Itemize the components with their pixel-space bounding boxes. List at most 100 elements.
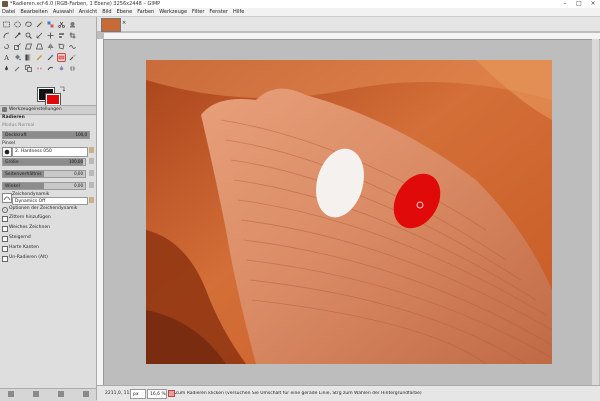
pencil-icon[interactable] bbox=[36, 54, 43, 61]
menu-edit[interactable]: Bearbeiten bbox=[20, 9, 47, 15]
tool-options-tab-label: Werkzeugeinstellungen bbox=[9, 107, 62, 112]
crop-icon[interactable] bbox=[69, 32, 76, 39]
swap-colors-icon[interactable] bbox=[59, 86, 66, 92]
tool-options-icon bbox=[2, 107, 7, 112]
anti-erase-checkbox[interactable] bbox=[2, 256, 8, 262]
menu-windows[interactable]: Fenster bbox=[209, 9, 228, 15]
opacity-slider[interactable]: Deckkraft 100,0 bbox=[2, 131, 90, 139]
status-message: Zum Radieren klicken (versuchen Sie Umsc… bbox=[175, 391, 422, 396]
aspect-value: 0,00 bbox=[74, 171, 83, 176]
scale-icon[interactable] bbox=[14, 43, 21, 50]
background-color-swatch[interactable] bbox=[46, 94, 60, 105]
edit-dynamics-icon[interactable] bbox=[89, 197, 94, 203]
maximize-button[interactable]: □ bbox=[572, 0, 586, 8]
hard-edge-checkbox[interactable] bbox=[2, 246, 8, 252]
aspect-slider[interactable]: Seitenverhältnis 0,00 bbox=[2, 170, 86, 178]
angle-slider[interactable]: Winkel 0,00 bbox=[2, 182, 86, 190]
menu-file[interactable]: Datei bbox=[2, 9, 15, 15]
dodge-burn-icon[interactable] bbox=[69, 65, 76, 72]
flip-icon[interactable] bbox=[47, 43, 54, 50]
text-icon[interactable]: A bbox=[3, 54, 10, 61]
warp-transform-icon[interactable] bbox=[69, 43, 76, 50]
hard-edge-label: Harte Kanten bbox=[9, 245, 39, 250]
cage-transform-icon[interactable] bbox=[58, 43, 65, 50]
paths-icon[interactable] bbox=[3, 32, 10, 39]
size-slider[interactable]: Größe 100,00 bbox=[2, 158, 86, 166]
incremental-checkbox[interactable] bbox=[2, 236, 8, 242]
dynamics-options-label: Optionen der Zeichendynamik bbox=[9, 206, 78, 211]
angle-value: 0,00 bbox=[74, 183, 83, 188]
brush-preview-icon[interactable] bbox=[2, 147, 12, 157]
svg-text:A: A bbox=[3, 54, 9, 61]
zoom-value: 16,6 % bbox=[150, 391, 166, 397]
mypaint-brush-icon[interactable] bbox=[14, 65, 21, 72]
brush-selector[interactable]: 2. Hardness 050 bbox=[12, 147, 88, 157]
color-picker-icon[interactable] bbox=[14, 32, 21, 39]
edit-brush-icon[interactable] bbox=[89, 147, 94, 153]
bucket-fill-icon[interactable] bbox=[14, 54, 21, 61]
menu-filters[interactable]: Filter bbox=[192, 9, 204, 15]
smudge-icon[interactable] bbox=[47, 65, 54, 72]
fuzzy-select-icon[interactable] bbox=[36, 21, 43, 28]
dynamics-icon[interactable] bbox=[2, 193, 12, 203]
reset-size-icon[interactable] bbox=[89, 158, 94, 164]
zoom-selector[interactable]: 16,6 % bbox=[147, 389, 167, 399]
eraser-icon[interactable] bbox=[57, 53, 66, 62]
save-options-icon[interactable] bbox=[8, 391, 14, 397]
reset-options-icon[interactable] bbox=[83, 391, 89, 397]
clone-icon[interactable] bbox=[25, 65, 32, 72]
menu-tools[interactable]: Werkzeuge bbox=[159, 9, 187, 15]
select-by-color-icon[interactable] bbox=[47, 21, 54, 28]
reset-angle-icon[interactable] bbox=[89, 182, 94, 188]
move-icon[interactable] bbox=[47, 32, 54, 39]
apply-jitter-checkbox[interactable] bbox=[2, 216, 8, 222]
restore-options-icon[interactable] bbox=[33, 391, 39, 397]
foreground-select-icon[interactable] bbox=[69, 21, 76, 28]
align-icon[interactable] bbox=[58, 32, 65, 39]
delete-options-icon[interactable] bbox=[58, 391, 64, 397]
image-canvas[interactable] bbox=[146, 60, 552, 364]
blur-sharpen-icon[interactable] bbox=[58, 65, 65, 72]
reset-aspect-icon[interactable] bbox=[89, 170, 94, 176]
menu-bar: Datei Bearbeiten Auswahl Ansicht Bild Eb… bbox=[0, 8, 600, 17]
measure-icon[interactable] bbox=[36, 32, 43, 39]
image-tab-thumbnail[interactable] bbox=[101, 18, 121, 32]
unit-selector[interactable]: px bbox=[130, 389, 146, 399]
lasso-icon[interactable] bbox=[25, 21, 32, 28]
menu-view[interactable]: Ansicht bbox=[79, 9, 97, 15]
apply-jitter-label: Zittern hinzufügen bbox=[9, 215, 51, 220]
close-image-tab-icon[interactable]: × bbox=[122, 20, 126, 26]
paintbrush-icon[interactable] bbox=[47, 54, 54, 61]
close-button[interactable]: × bbox=[586, 0, 600, 8]
heal-icon[interactable] bbox=[36, 65, 43, 72]
vertical-scrollbar[interactable] bbox=[592, 39, 599, 385]
ellipse-select-icon[interactable] bbox=[14, 21, 21, 28]
shear-icon[interactable] bbox=[25, 43, 32, 50]
airbrush-icon[interactable] bbox=[69, 54, 76, 61]
dynamics-value: Dynamics Off bbox=[15, 198, 46, 204]
horizontal-ruler[interactable] bbox=[104, 33, 600, 40]
menu-layer[interactable]: Ebene bbox=[117, 9, 133, 15]
vertical-ruler[interactable] bbox=[97, 39, 104, 385]
menu-help[interactable]: Hilfe bbox=[233, 9, 244, 15]
brush-name: 2. Hardness 050 bbox=[15, 149, 52, 154]
menu-colors[interactable]: Farben bbox=[137, 9, 154, 15]
smooth-stroke-checkbox[interactable] bbox=[2, 226, 8, 232]
smooth-stroke-label: Weiches Zeichnen bbox=[9, 225, 50, 230]
dynamics-selector[interactable]: Dynamics Off bbox=[12, 197, 88, 205]
menu-select[interactable]: Auswahl bbox=[53, 9, 74, 15]
perspective-icon[interactable] bbox=[36, 43, 43, 50]
scissors-icon[interactable] bbox=[58, 21, 65, 28]
gradient-icon[interactable] bbox=[25, 54, 32, 61]
minimize-button[interactable]: – bbox=[558, 0, 572, 8]
dock-bottom-bar bbox=[0, 388, 96, 401]
tool-options-tab[interactable]: Werkzeugeinstellungen bbox=[0, 105, 96, 115]
dynamics-options-expander-icon[interactable] bbox=[2, 207, 8, 213]
eraser-status-icon bbox=[168, 390, 175, 397]
ink-icon[interactable] bbox=[3, 65, 10, 72]
rotate-icon[interactable] bbox=[3, 43, 10, 50]
rect-select-icon[interactable] bbox=[3, 21, 10, 28]
zoom-icon[interactable] bbox=[25, 32, 32, 39]
status-bar: 2211,0, 1126,0 px 16,6 % Zum Radieren kl… bbox=[97, 385, 600, 401]
menu-image[interactable]: Bild bbox=[102, 9, 111, 15]
